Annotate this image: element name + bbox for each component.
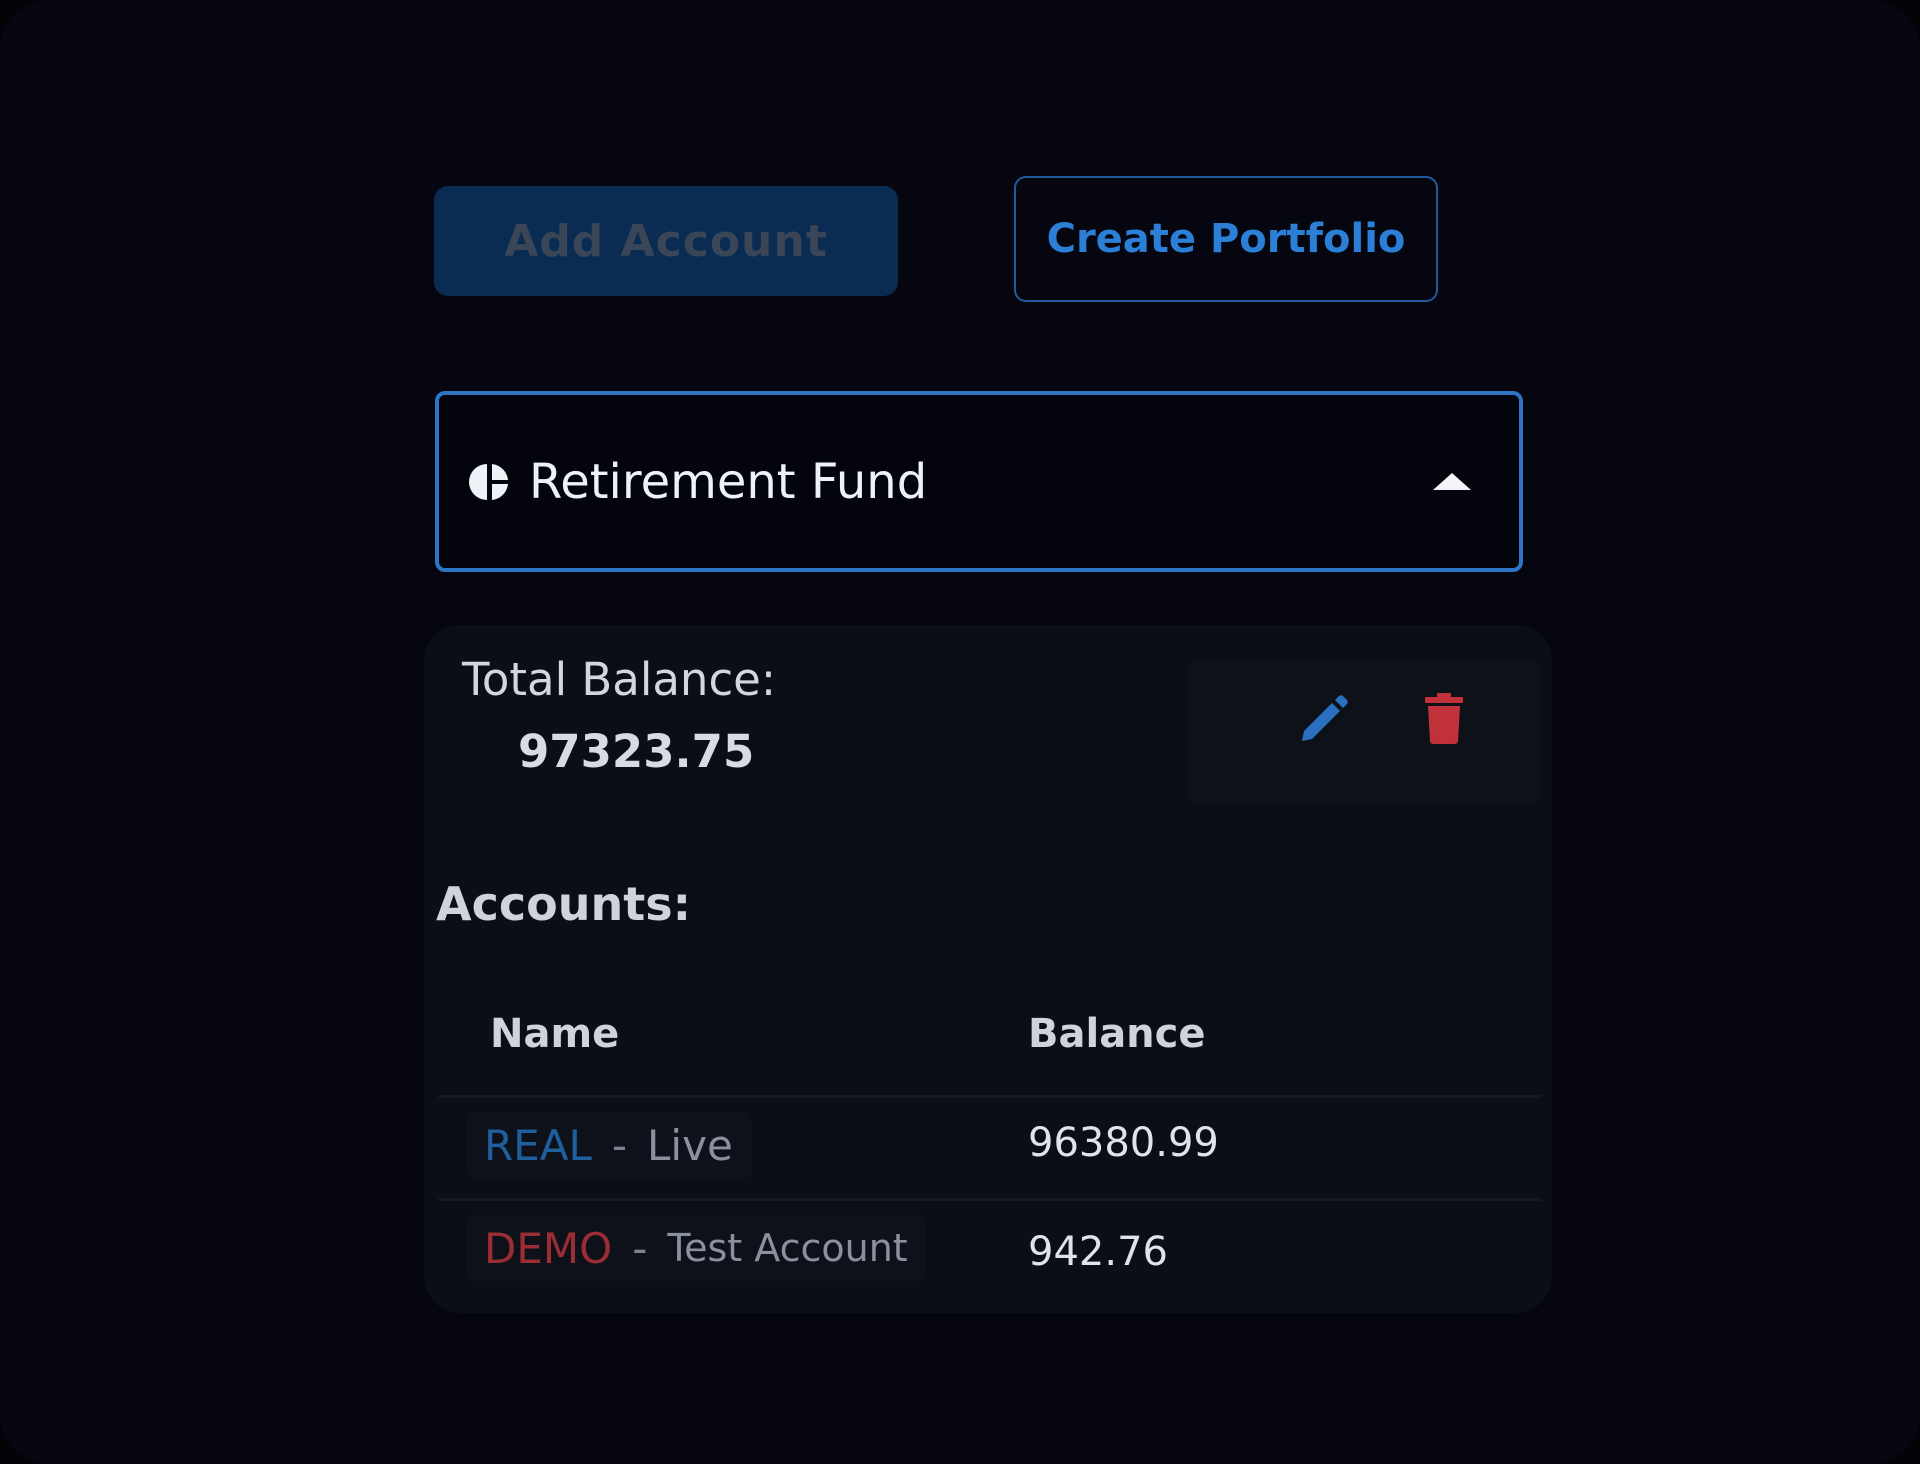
pie-chart-icon bbox=[469, 461, 511, 503]
app-window: Add Account Create Portfolio Retirement … bbox=[0, 0, 1920, 1464]
accounts-table: Name Balance REAL - Live 96380.99 DEMO -… bbox=[438, 985, 1542, 1301]
portfolio-card: Total Balance: 97323.75 Accounts: Name B… bbox=[424, 625, 1552, 1313]
caret-up-icon[interactable] bbox=[1433, 473, 1471, 490]
table-row[interactable]: REAL - Live 96380.99 bbox=[438, 1098, 1542, 1201]
account-code: REAL bbox=[484, 1120, 592, 1170]
portfolio-select[interactable]: Retirement Fund bbox=[435, 391, 1523, 572]
table-row[interactable]: DEMO - Test Account 942.76 bbox=[438, 1201, 1542, 1301]
account-description: Test Account bbox=[667, 1226, 908, 1270]
create-portfolio-button[interactable]: Create Portfolio bbox=[1014, 176, 1438, 302]
trash-icon[interactable] bbox=[1422, 691, 1466, 745]
table-header: Name Balance bbox=[438, 985, 1542, 1098]
account-separator: - bbox=[611, 1120, 628, 1170]
account-description: Live bbox=[647, 1120, 733, 1170]
account-name-cell: REAL - Live bbox=[466, 1112, 751, 1178]
account-code: DEMO bbox=[484, 1223, 613, 1273]
account-name-cell: DEMO - Test Account bbox=[466, 1215, 926, 1281]
total-balance-value: 97323.75 bbox=[518, 725, 755, 778]
total-balance-label: Total Balance: bbox=[462, 653, 777, 706]
accounts-heading: Accounts: bbox=[436, 877, 691, 931]
account-separator: - bbox=[632, 1223, 648, 1273]
selected-portfolio-name: Retirement Fund bbox=[529, 453, 928, 510]
column-header-name[interactable]: Name bbox=[490, 1011, 619, 1057]
account-balance: 942.76 bbox=[1028, 1229, 1168, 1275]
add-account-button[interactable]: Add Account bbox=[434, 186, 898, 296]
account-balance: 96380.99 bbox=[1028, 1120, 1219, 1166]
column-header-balance[interactable]: Balance bbox=[1028, 1011, 1206, 1057]
portfolio-actions bbox=[1188, 661, 1540, 803]
pencil-icon[interactable] bbox=[1296, 691, 1352, 747]
